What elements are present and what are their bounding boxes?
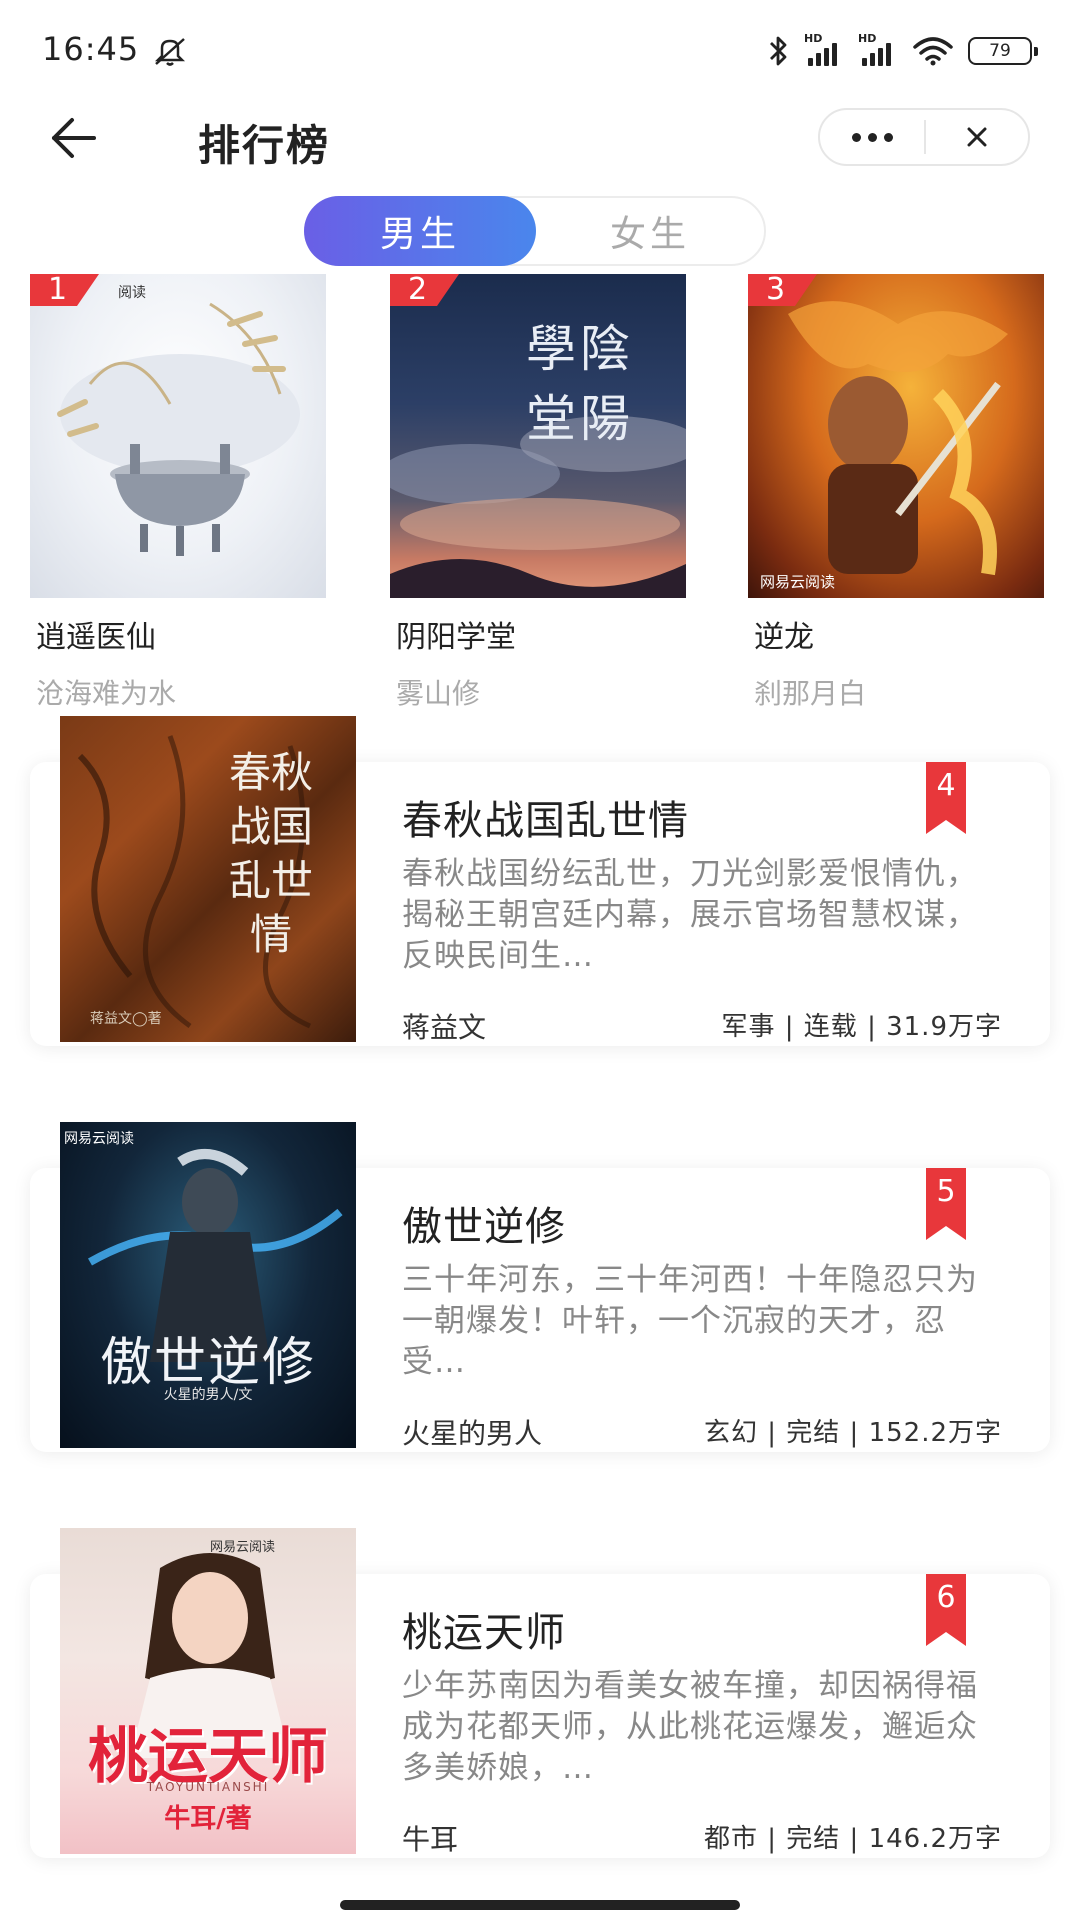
book-description: 春秋战国纷纭乱世，刀光剑影爱恨情仇，揭秘王朝宫廷内幕，展示官场智慧权谋，反映民间… — [402, 856, 978, 974]
rank-number: 6 — [936, 1580, 956, 1615]
book-cover: 网易云阅读 傲世逆修 火星的男人/文 — [60, 1122, 356, 1448]
cover-author: 牛耳/著 — [164, 1804, 252, 1834]
book-meta: 军事 | 连载 | 31.9万字 — [721, 1012, 1002, 1042]
cover-tag: 阅读 — [118, 285, 146, 301]
close-icon — [967, 127, 987, 147]
wifi-icon — [913, 37, 953, 66]
home-indicator[interactable] — [340, 1900, 740, 1910]
cover-title: 學陰 堂陽 — [526, 320, 634, 448]
battery-level: 79 — [989, 41, 1011, 61]
more-dots-icon[interactable] — [820, 110, 924, 164]
list-item[interactable]: 网易云阅读 桃运天师 TAOYUNTIANSHI 牛耳/著 桃运天师 少年苏南因… — [30, 1528, 1050, 1858]
arrow-left-icon[interactable] — [44, 112, 100, 164]
book-cover: 春秋战国 乱世情 蒋益文◯著 — [60, 716, 356, 1042]
top-book-card[interactable]: 2 學陰 堂陽 阴阳学堂 雾山修 — [390, 274, 690, 712]
signal-hd-icon: HD — [804, 32, 844, 66]
cover-tag: 网易云阅读 — [760, 573, 836, 591]
cover-subtitle: TAOYUNTIANSHI — [146, 1780, 270, 1794]
bell-off-icon — [154, 38, 186, 66]
top-book-card[interactable]: 1 阅读 逍遥医仙 沧海难为水 — [30, 274, 330, 712]
book-cover: 3 网易云阅读 — [748, 274, 1044, 598]
book-meta: 都市 | 完结 | 146.2万字 — [703, 1824, 1002, 1854]
book-author: 雾山修 — [396, 677, 481, 710]
rank-number: 5 — [936, 1174, 956, 1209]
cover-author: 蒋益文◯著 — [90, 1011, 162, 1027]
bluetooth-icon — [770, 36, 787, 66]
book-cover: 1 阅读 — [30, 274, 326, 598]
top-book-card[interactable]: 3 网易云阅读 逆龙 刹那月白 — [748, 274, 1048, 712]
gender-tab-switch: 男生 女生 — [304, 196, 766, 266]
book-title: 傲世逆修 — [402, 1204, 566, 1250]
page-title: 排行榜 — [198, 121, 331, 170]
cover-art — [788, 301, 1008, 576]
book-description: 少年苏南因为看美女被车撞，却因祸得福成为花都天师，从此桃花运爆发，邂逅众多美娇娘… — [402, 1668, 978, 1786]
book-description: 三十年河东，三十年河西！十年隐忍只为一朝爆发！叶轩，一个沉寂的天才，忍受… — [402, 1262, 978, 1380]
rank-flag: 2 — [390, 274, 460, 306]
book-title: 阴阳学堂 — [396, 620, 516, 655]
rank-number: 4 — [936, 768, 956, 803]
book-author: 刹那月白 — [754, 677, 867, 710]
close-button[interactable] — [926, 110, 1028, 164]
rank-flag: 3 — [748, 274, 818, 306]
cover-tag: 网易云阅读 — [64, 1131, 134, 1147]
book-author: 沧海难为水 — [36, 677, 177, 710]
cover-tag: 网易云阅读 — [210, 1540, 276, 1555]
cover-art — [57, 302, 300, 556]
battery-icon: 79 — [968, 37, 1038, 65]
status-bar: 16:45 HD HD 79 — [0, 0, 1080, 100]
list-item[interactable]: 网易云阅读 傲世逆修 火星的男人/文 傲世逆修 三十年河东，三十年河西！十年隐忍… — [30, 1122, 1050, 1452]
status-icons: HD HD 79 — [766, 32, 1038, 68]
status-time: 16:45 — [42, 30, 140, 68]
tab-female[interactable]: 女生 — [534, 196, 766, 266]
tab-male[interactable]: 男生 — [304, 196, 536, 266]
book-meta: 玄幻 | 完结 | 152.2万字 — [703, 1418, 1002, 1448]
book-title: 逍遥医仙 — [36, 620, 156, 655]
book-cover: 网易云阅读 桃运天师 TAOYUNTIANSHI 牛耳/著 — [60, 1528, 356, 1854]
cover-title: 春秋战国 乱世情 — [228, 748, 313, 959]
signal-hd-icon: HD — [858, 32, 898, 66]
list-item[interactable]: 春秋战国 乱世情 蒋益文◯著 春秋战国乱世情 春秋战国纷纭乱世，刀光剑影爱恨情仇… — [30, 716, 1050, 1046]
mini-program-capsule — [818, 108, 1030, 166]
book-author: 火星的男人 — [402, 1417, 543, 1450]
book-cover: 2 學陰 堂陽 — [390, 274, 686, 598]
book-title: 逆龙 — [754, 620, 814, 655]
cover-author: 火星的男人/文 — [163, 1387, 253, 1403]
book-title: 春秋战国乱世情 — [402, 798, 689, 844]
rank-flag: 1 — [30, 274, 100, 306]
top-three-section: 1 阅读 逍遥医仙 沧海难为水 2 學陰 堂陽 阴阳学堂 雾山修 3 网易云阅读… — [0, 274, 1080, 710]
book-author: 蒋益文 — [402, 1011, 487, 1044]
book-title: 桃运天师 — [402, 1610, 566, 1656]
book-author: 牛耳 — [402, 1823, 459, 1856]
